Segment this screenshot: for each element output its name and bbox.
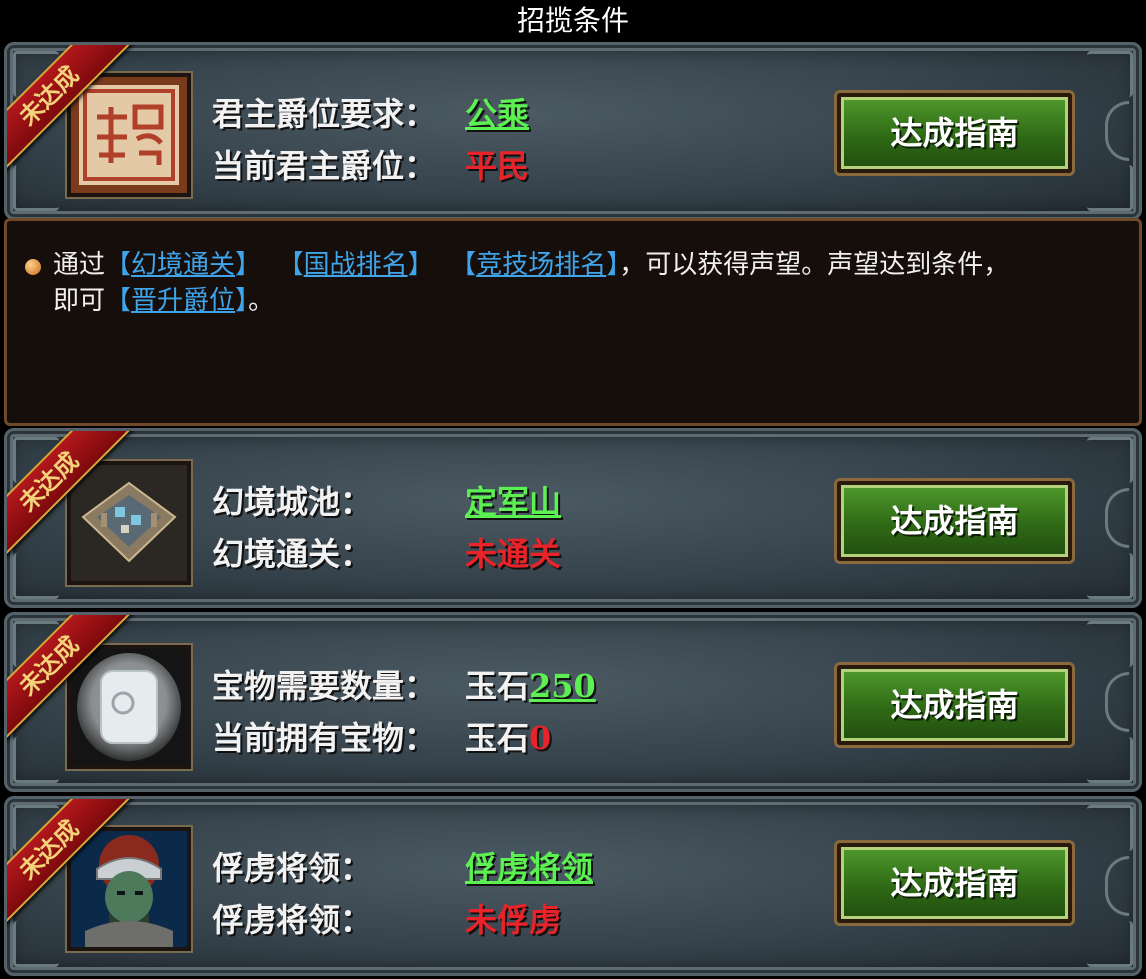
city-icon xyxy=(67,461,191,585)
treasure-owned-count: 0 xyxy=(529,719,552,757)
treasure-owned-label: 当前拥有宝物： xyxy=(212,719,437,757)
illusion-clear-value: 未通关 xyxy=(465,535,562,573)
frame-corner xyxy=(1087,921,1133,967)
treasure-required-label: 宝物需要数量： xyxy=(212,667,437,705)
frame-corner xyxy=(1087,737,1133,783)
link-nation-war-rank[interactable]: 【国战排名】 xyxy=(278,250,434,280)
info-suffix: 。 xyxy=(248,286,275,316)
illusion-city-value: 定军山 xyxy=(465,483,562,521)
info-prefix: 通过 xyxy=(53,250,106,280)
frame-corner xyxy=(1087,165,1133,211)
treasure-required-count: 250 xyxy=(529,667,596,705)
guide-button-illusion[interactable]: 达成指南 xyxy=(837,481,1072,561)
condition-card-illusion: 未达成 幻境城池： 定军山 幻境通关： 未通关 达成指南 xyxy=(4,428,1142,608)
link-promote-rank[interactable]: 【晋升爵位】 xyxy=(105,286,248,316)
required-rank-label: 君主爵位要求： xyxy=(212,95,437,133)
frame-notch xyxy=(1105,488,1129,548)
seal-icon xyxy=(67,73,191,197)
info-text: 通过【幻境通关】 【国战排名】 【竞技场排名】，可以获得声望。声望达到条件， 即… xyxy=(53,247,1113,319)
treasure-required-value: 玉石250 xyxy=(465,661,596,707)
frame-notch xyxy=(1105,856,1129,916)
general-target-value: 俘虏将领 xyxy=(465,849,594,887)
current-rank-value: 平民 xyxy=(465,147,530,185)
frame-corner xyxy=(13,165,59,211)
bullet-icon xyxy=(25,259,41,275)
page-title: 招揽条件 xyxy=(0,0,1146,42)
jade-stone-icon xyxy=(67,645,191,769)
condition-card-rank: 未达成 君主爵位要求： 公乘 当前君主爵位： 平民 达成指南 xyxy=(4,42,1142,220)
frame-corner xyxy=(13,737,59,783)
frame-corner xyxy=(13,553,59,599)
frame-corner xyxy=(13,921,59,967)
guide-button-general[interactable]: 达成指南 xyxy=(837,843,1072,923)
general-captured-label: 俘虏将领： xyxy=(212,901,373,939)
link-illusion-clear[interactable]: 【幻境通关】 xyxy=(105,250,261,280)
frame-corner xyxy=(1087,805,1133,851)
info-panel: 通过【幻境通关】 【国战排名】 【竞技场排名】，可以获得声望。声望达到条件， 即… xyxy=(4,218,1142,426)
general-captured-value: 未俘虏 xyxy=(465,901,562,939)
required-rank-value: 公乘 xyxy=(465,95,530,133)
treasure-name: 玉石 xyxy=(465,667,530,705)
general-portrait-icon xyxy=(67,827,191,951)
frame-corner xyxy=(1087,621,1133,667)
treasure-name: 玉石 xyxy=(465,719,530,757)
recruit-conditions-screen: 招揽条件 未达成 君主爵位要求： 公乘 当前君主爵位： 平民 达成指南 通过【幻… xyxy=(0,0,1146,979)
info-middle: ，可以获得声望。声望达到条件， xyxy=(619,250,1010,280)
link-arena-rank[interactable]: 【竞技场排名】 xyxy=(450,250,619,280)
guide-button-rank[interactable]: 达成指南 xyxy=(837,93,1072,173)
frame-corner xyxy=(1087,437,1133,483)
illusion-city-label: 幻境城池： xyxy=(212,483,373,521)
current-rank-label: 当前君主爵位： xyxy=(212,147,437,185)
frame-notch xyxy=(1105,672,1129,732)
illusion-clear-label: 幻境通关： xyxy=(212,535,373,573)
frame-notch xyxy=(1105,101,1129,161)
treasure-owned-value: 玉石0 xyxy=(465,713,551,759)
frame-corner xyxy=(1087,553,1133,599)
condition-card-treasure: 未达成 宝物需要数量： 玉石250 当前拥有宝物： 玉石0 达成指南 xyxy=(4,612,1142,792)
guide-button-treasure[interactable]: 达成指南 xyxy=(837,665,1072,745)
info-line2-prefix: 即可 xyxy=(53,286,106,316)
condition-card-general: 未达成 俘虏将领： 俘虏将领 俘虏将领： 未俘虏 达成指南 xyxy=(4,796,1142,976)
general-target-label: 俘虏将领： xyxy=(212,849,373,887)
frame-corner xyxy=(1087,51,1133,97)
